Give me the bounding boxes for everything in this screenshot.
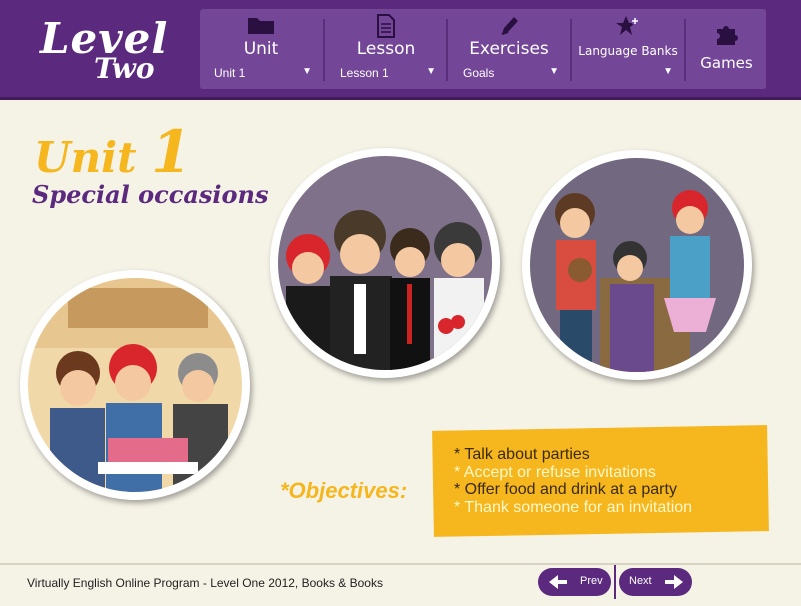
nav-divider	[323, 19, 325, 81]
chevron-down-icon: ▼	[302, 66, 312, 77]
arrow-left-icon	[547, 573, 569, 596]
next-button[interactable]: Next	[619, 568, 692, 596]
nav-games[interactable]: Games	[687, 9, 766, 89]
pencil-icon	[449, 14, 569, 38]
language-banks-dropdown[interactable]: ▼	[587, 66, 673, 84]
illustration-birthday-party	[20, 270, 250, 500]
document-icon	[326, 14, 446, 38]
nav-language-banks[interactable]: Language Banks ▼	[573, 9, 683, 89]
prev-button[interactable]: Prev	[538, 568, 611, 596]
chevron-down-icon: ▼	[663, 66, 673, 77]
unit-dropdown-value: Unit 1	[214, 66, 246, 80]
unit-dropdown[interactable]: Unit 1 ▼	[214, 66, 312, 84]
folder-icon	[200, 14, 322, 38]
arrow-right-icon	[663, 573, 685, 596]
lesson-dropdown[interactable]: Lesson 1 ▼	[340, 66, 436, 84]
chevron-down-icon: ▼	[549, 66, 559, 77]
level-two-logo[interactable]: Level Two	[38, 14, 168, 85]
nav-exercises[interactable]: Exercises Goals ▼	[449, 9, 569, 89]
objective-item: * Talk about parties	[454, 446, 590, 463]
nav-lesson-title: Lesson	[356, 39, 416, 59]
nav-lesson[interactable]: Lesson Lesson 1 ▼	[326, 9, 446, 89]
nav-divider	[570, 19, 572, 81]
star-plus-icon	[573, 14, 683, 38]
puzzle-icon	[687, 23, 766, 47]
exercises-dropdown[interactable]: Goals ▼	[463, 66, 559, 84]
header-bar: Level Two Unit Unit 1 ▼ Lesson Lesson 1 …	[0, 0, 801, 100]
unit-subtitle: Special occasions	[32, 180, 269, 209]
objective-item: * Accept or refuse invitations	[454, 463, 656, 481]
prev-label: Prev	[580, 575, 603, 587]
illustration-family	[522, 150, 752, 380]
nav-divider	[446, 19, 448, 81]
nav-divider	[684, 19, 686, 81]
objectives-list: * Talk about parties * Accept or refuse …	[454, 446, 692, 516]
footer-credit: Virtually English Online Program - Level…	[27, 576, 383, 590]
illustration-wedding	[270, 148, 500, 378]
objective-item: * Offer food and drink at a party	[454, 481, 677, 498]
main-navigation: Unit Unit 1 ▼ Lesson Lesson 1 ▼ Exercise	[200, 9, 766, 89]
pager-divider	[614, 565, 616, 599]
nav-unit[interactable]: Unit Unit 1 ▼	[200, 9, 322, 89]
logo-line-2: Two	[94, 52, 155, 85]
chevron-down-icon: ▼	[426, 66, 436, 77]
nav-exercises-title: Exercises	[469, 39, 549, 59]
objectives-label: *Objectives:	[280, 478, 408, 503]
lesson-dropdown-value: Lesson 1	[340, 66, 389, 80]
exercises-dropdown-value: Goals	[463, 66, 495, 80]
page-title: Unit 1	[34, 118, 192, 186]
objective-item: * Thank someone for an invitation	[454, 498, 693, 516]
next-label: Next	[629, 575, 652, 587]
unit-word: Unit	[34, 133, 137, 182]
nav-language-banks-title: Language Banks	[578, 44, 678, 58]
nav-unit-title: Unit	[243, 39, 279, 59]
nav-games-title: Games	[700, 54, 753, 72]
unit-number: 1	[151, 118, 192, 186]
